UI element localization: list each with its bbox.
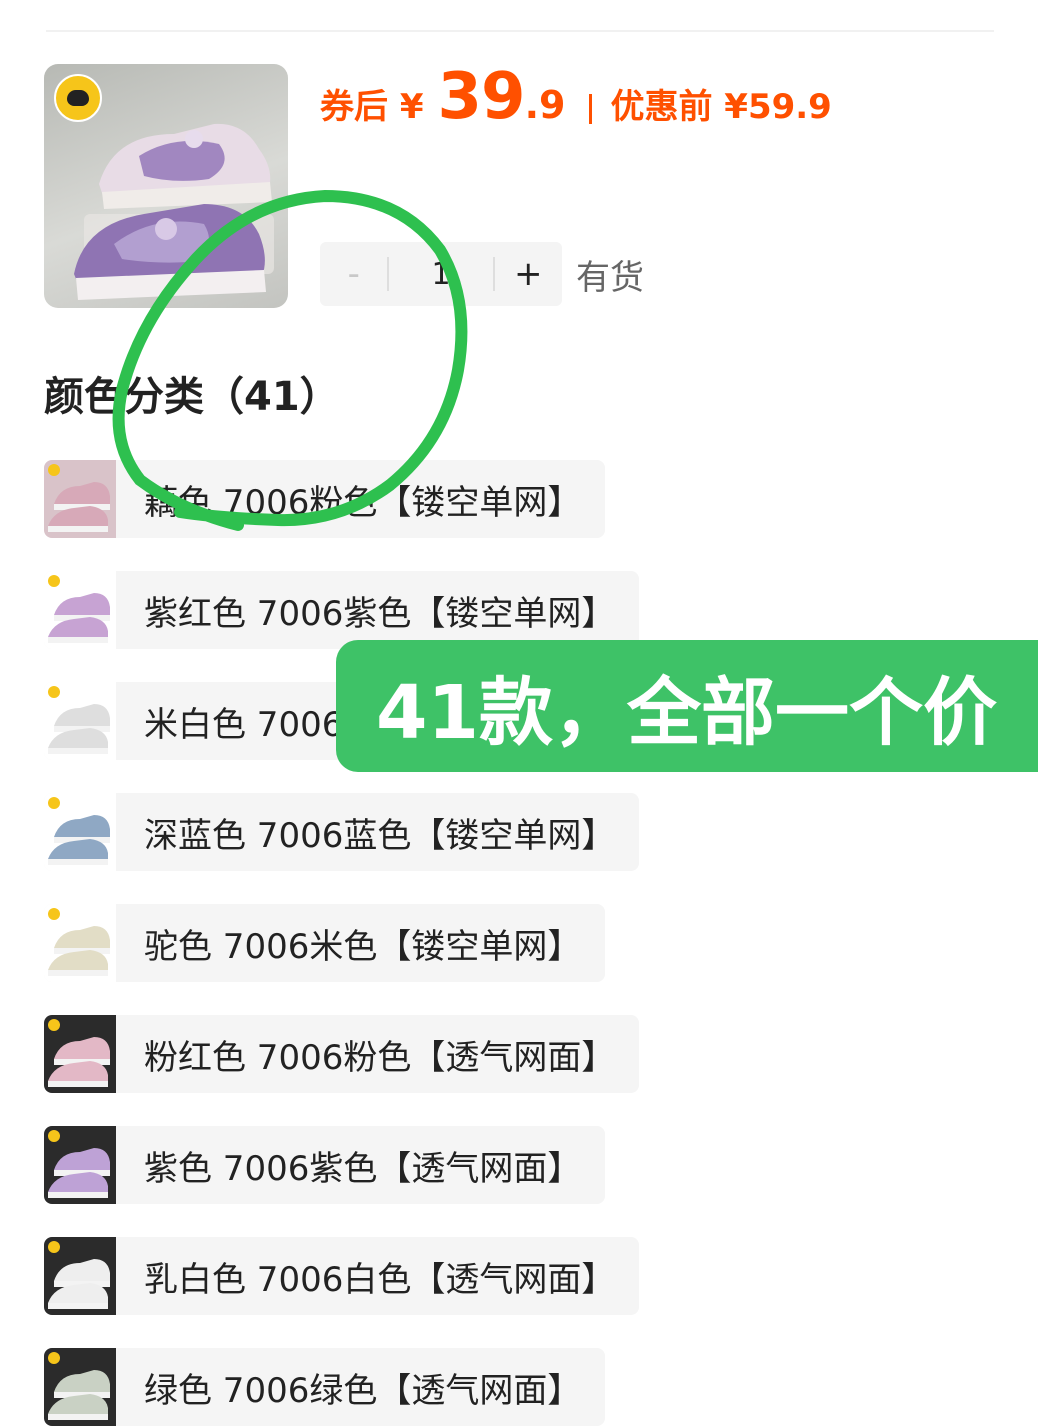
- green-circle-annotation: [112, 189, 468, 531]
- color-option-label: 驼色 7006米色【镂空单网】: [144, 926, 582, 967]
- duck-logo-icon: [54, 74, 102, 122]
- color-option[interactable]: 深蓝色 7006蓝色【镂空单网】: [44, 793, 640, 871]
- sneaker-thumb-icon: [48, 797, 110, 865]
- sneaker-thumb-icon: [48, 1241, 110, 1309]
- sneaker-thumb-icon: [48, 1130, 110, 1198]
- callout-text: 41款，全部一个价: [376, 669, 997, 756]
- coupon-price-prefix: 券后 ¥: [320, 87, 424, 127]
- top-divider: [46, 30, 994, 32]
- price-separator: [589, 94, 593, 124]
- color-option-label: 粉红色 7006粉色【透气网面】: [144, 1037, 616, 1078]
- sneaker-thumb-icon: [48, 1352, 110, 1420]
- price-row: 券后 ¥ 39 .9 优惠前 ¥59.9: [320, 60, 832, 150]
- color-option-label: 绿色 7006绿色【透气网面】: [144, 1370, 582, 1411]
- sneaker-thumb-icon: [48, 575, 110, 643]
- color-option-thumbnail: [44, 1237, 116, 1315]
- sneaker-thumb-icon: [48, 908, 110, 976]
- color-option-label: 紫色 7006紫色【透气网面】: [144, 1148, 582, 1189]
- sneaker-thumb-icon: [48, 1019, 110, 1087]
- color-option-thumbnail: [44, 793, 116, 871]
- color-option-thumbnail: [44, 682, 116, 760]
- color-option[interactable]: 紫红色 7006紫色【镂空单网】: [44, 571, 640, 649]
- color-option-label: 深蓝色 7006蓝色【镂空单网】: [144, 815, 616, 856]
- color-option[interactable]: 绿色 7006绿色【透气网面】: [44, 1348, 606, 1426]
- stock-status: 有货: [576, 258, 644, 298]
- color-option-thumbnail: [44, 1126, 116, 1204]
- price-decimal: .9: [524, 83, 566, 127]
- price-integer: 39: [437, 60, 526, 134]
- increase-button[interactable]: +: [495, 242, 562, 306]
- color-option[interactable]: 粉红色 7006粉色【透气网面】: [44, 1015, 640, 1093]
- color-option-thumbnail: [44, 1015, 116, 1093]
- color-option-label: 紫红色 7006紫色【镂空单网】: [144, 593, 616, 634]
- sneaker-thumb-icon: [48, 686, 110, 754]
- color-option-thumbnail: [44, 904, 116, 982]
- color-option[interactable]: 驼色 7006米色【镂空单网】: [44, 904, 606, 982]
- color-option-thumbnail: [44, 571, 116, 649]
- price-callout-banner: 41款，全部一个价: [336, 640, 1038, 772]
- original-price: 优惠前 ¥59.9: [610, 87, 832, 127]
- color-option[interactable]: 乳白色 7006白色【透气网面】: [44, 1237, 640, 1315]
- color-option[interactable]: 紫色 7006紫色【透气网面】: [44, 1126, 606, 1204]
- color-option-thumbnail: [44, 1348, 116, 1426]
- color-option-label: 乳白色 7006白色【透气网面】: [144, 1259, 616, 1300]
